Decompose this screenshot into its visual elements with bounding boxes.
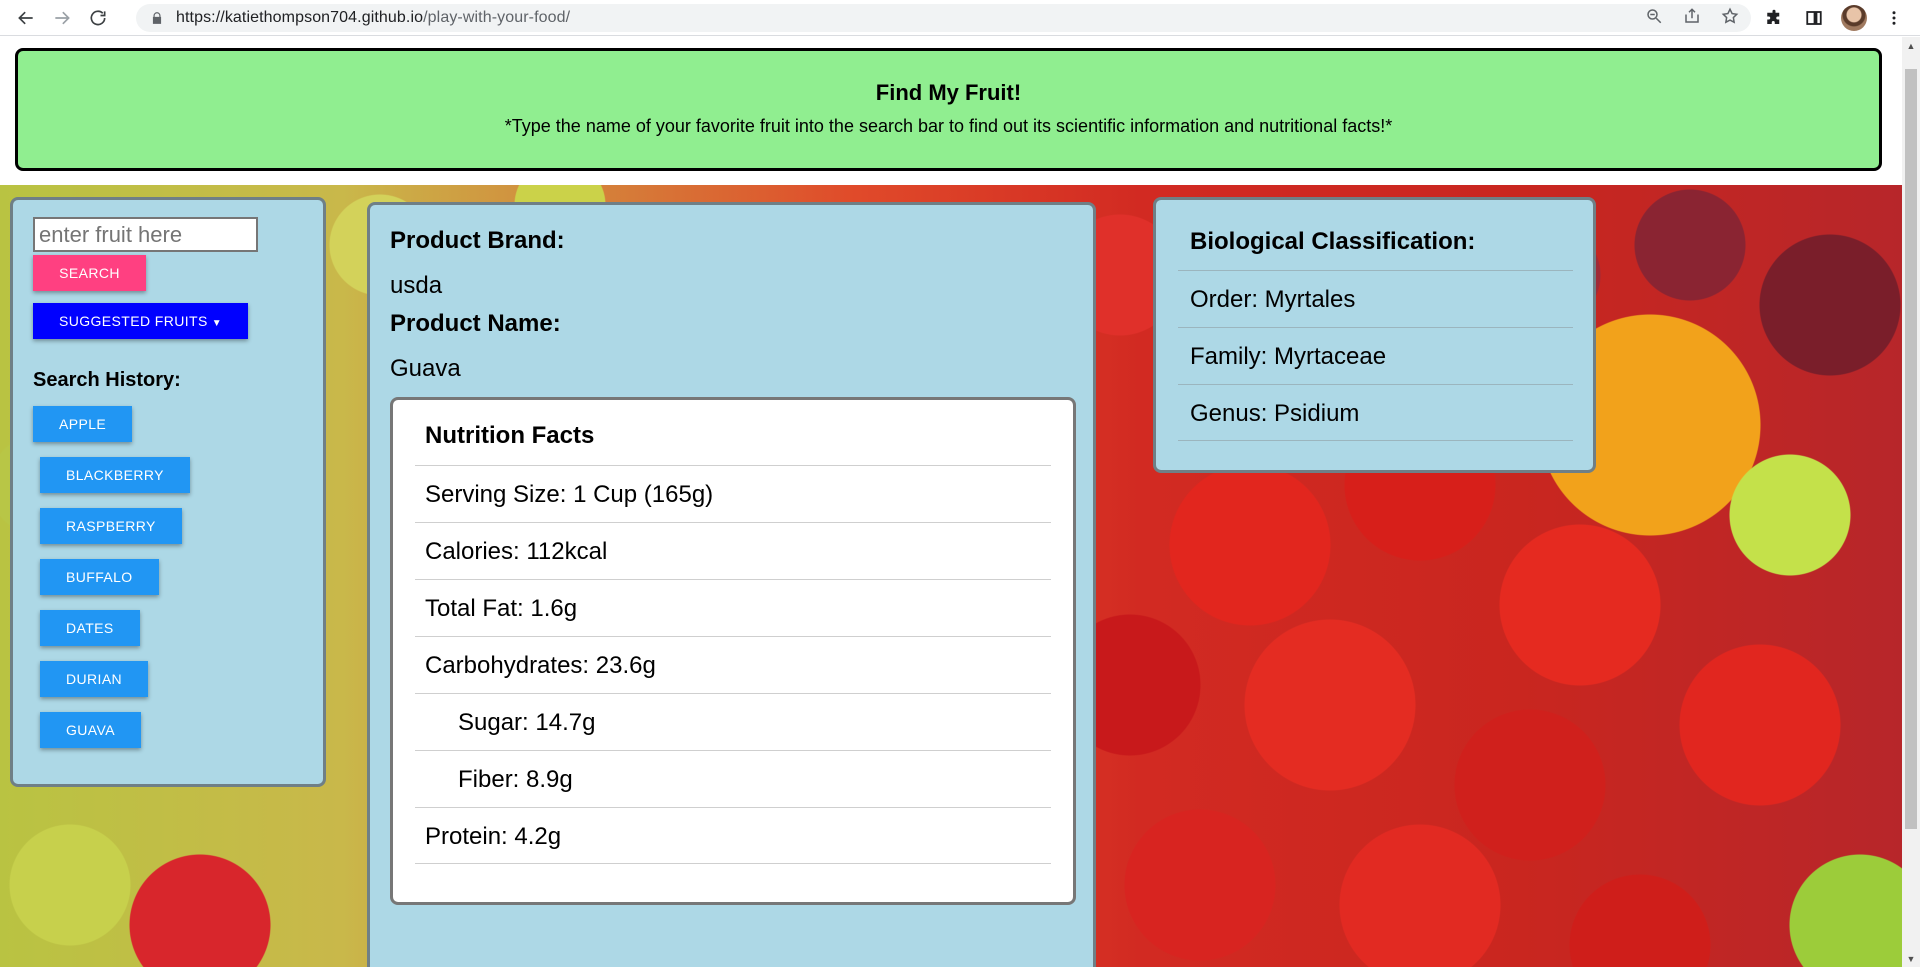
nutrition-row-sugar: Sugar: 14.7g (415, 693, 1051, 750)
classification-panel: Biological Classification: Order: Myrtal… (1153, 197, 1596, 473)
page-scrollbar[interactable]: ▲ ▼ (1902, 37, 1920, 967)
fruit-search-input[interactable] (33, 217, 258, 252)
nutrition-row-serving-size: Serving Size: 1 Cup (165g) (415, 465, 1051, 522)
classification-row-family: Family: Myrtaceae (1178, 327, 1573, 384)
zoom-icon[interactable] (1645, 7, 1663, 30)
nutrition-row-fiber: Fiber: 8.9g (415, 750, 1051, 807)
caret-down-icon: ▼ (211, 318, 223, 329)
page-header: Find My Fruit! *Type the name of your fa… (15, 48, 1882, 171)
search-sidebar: SEARCH SUGGESTED FRUITS▼ Search History:… (10, 197, 326, 787)
browser-toolbar: https://katiethompson704.github.io/play-… (0, 0, 1920, 36)
url-text: https://katiethompson704.github.io/play-… (176, 9, 571, 26)
extensions-puzzle-icon[interactable] (1756, 0, 1792, 36)
search-history-list: APPLE BLACKBERRY RASPBERRY BUFFALO DATES… (33, 406, 303, 748)
history-button-dates[interactable]: DATES (40, 610, 140, 646)
history-button-raspberry[interactable]: RASPBERRY (40, 508, 182, 544)
scroll-up-arrow-icon[interactable]: ▲ (1902, 37, 1920, 54)
nutrition-row-calories: Calories: 112kcal (415, 522, 1051, 579)
product-panel: Product Brand: usda Product Name: Guava … (367, 202, 1096, 967)
product-brand-value: usda (390, 272, 443, 299)
profile-avatar[interactable] (1836, 0, 1872, 36)
share-icon[interactable] (1683, 7, 1701, 30)
address-bar[interactable]: https://katiethompson704.github.io/play-… (136, 4, 1751, 32)
menu-kebab-icon[interactable] (1876, 0, 1912, 36)
page-viewport: Find My Fruit! *Type the name of your fa… (0, 37, 1902, 967)
nutrition-row-total-fat: Total Fat: 1.6g (415, 579, 1051, 636)
search-history-title: Search History: (33, 369, 181, 391)
nutrition-row-carbohydrates: Carbohydrates: 23.6g (415, 636, 1051, 693)
history-button-buffalo[interactable]: BUFFALO (40, 559, 159, 595)
nutrition-row-protein: Protein: 4.2g (415, 807, 1051, 864)
page-title: Find My Fruit! (875, 80, 1022, 105)
history-button-durian[interactable]: DURIAN (40, 661, 149, 697)
scrollbar-thumb[interactable] (1905, 69, 1917, 829)
history-button-guava[interactable]: GUAVA (40, 712, 141, 748)
product-name-value: Guava (390, 355, 461, 382)
scroll-down-arrow-icon[interactable]: ▼ (1902, 950, 1920, 967)
classification-row-genus: Genus: Psidium (1178, 384, 1573, 441)
product-name-label: Product Name: (390, 310, 561, 337)
bookmark-star-icon[interactable] (1721, 7, 1739, 30)
reload-icon[interactable] (80, 0, 116, 36)
forward-arrow-icon[interactable] (44, 0, 80, 36)
suggested-fruits-label: SUGGESTED FRUITS (58, 313, 208, 329)
nutrition-facts-card: Nutrition Facts Serving Size: 1 Cup (165… (390, 397, 1076, 905)
search-button[interactable]: SEARCH (33, 255, 146, 291)
back-arrow-icon[interactable] (8, 0, 44, 36)
suggested-fruits-dropdown[interactable]: SUGGESTED FRUITS ▼ (33, 303, 248, 339)
history-button-apple[interactable]: APPLE (33, 406, 133, 442)
lock-icon (150, 11, 164, 25)
classification-row-order: Order: Myrtales (1178, 270, 1573, 327)
side-panel-icon[interactable] (1796, 0, 1832, 36)
product-brand-label: Product Brand: (390, 227, 565, 254)
nutrition-facts-title: Nutrition Facts (425, 422, 595, 449)
page-subtitle: *Type the name of your favorite fruit in… (504, 116, 1393, 136)
history-button-blackberry[interactable]: BLACKBERRY (40, 457, 190, 493)
classification-title: Biological Classification: (1190, 228, 1476, 255)
